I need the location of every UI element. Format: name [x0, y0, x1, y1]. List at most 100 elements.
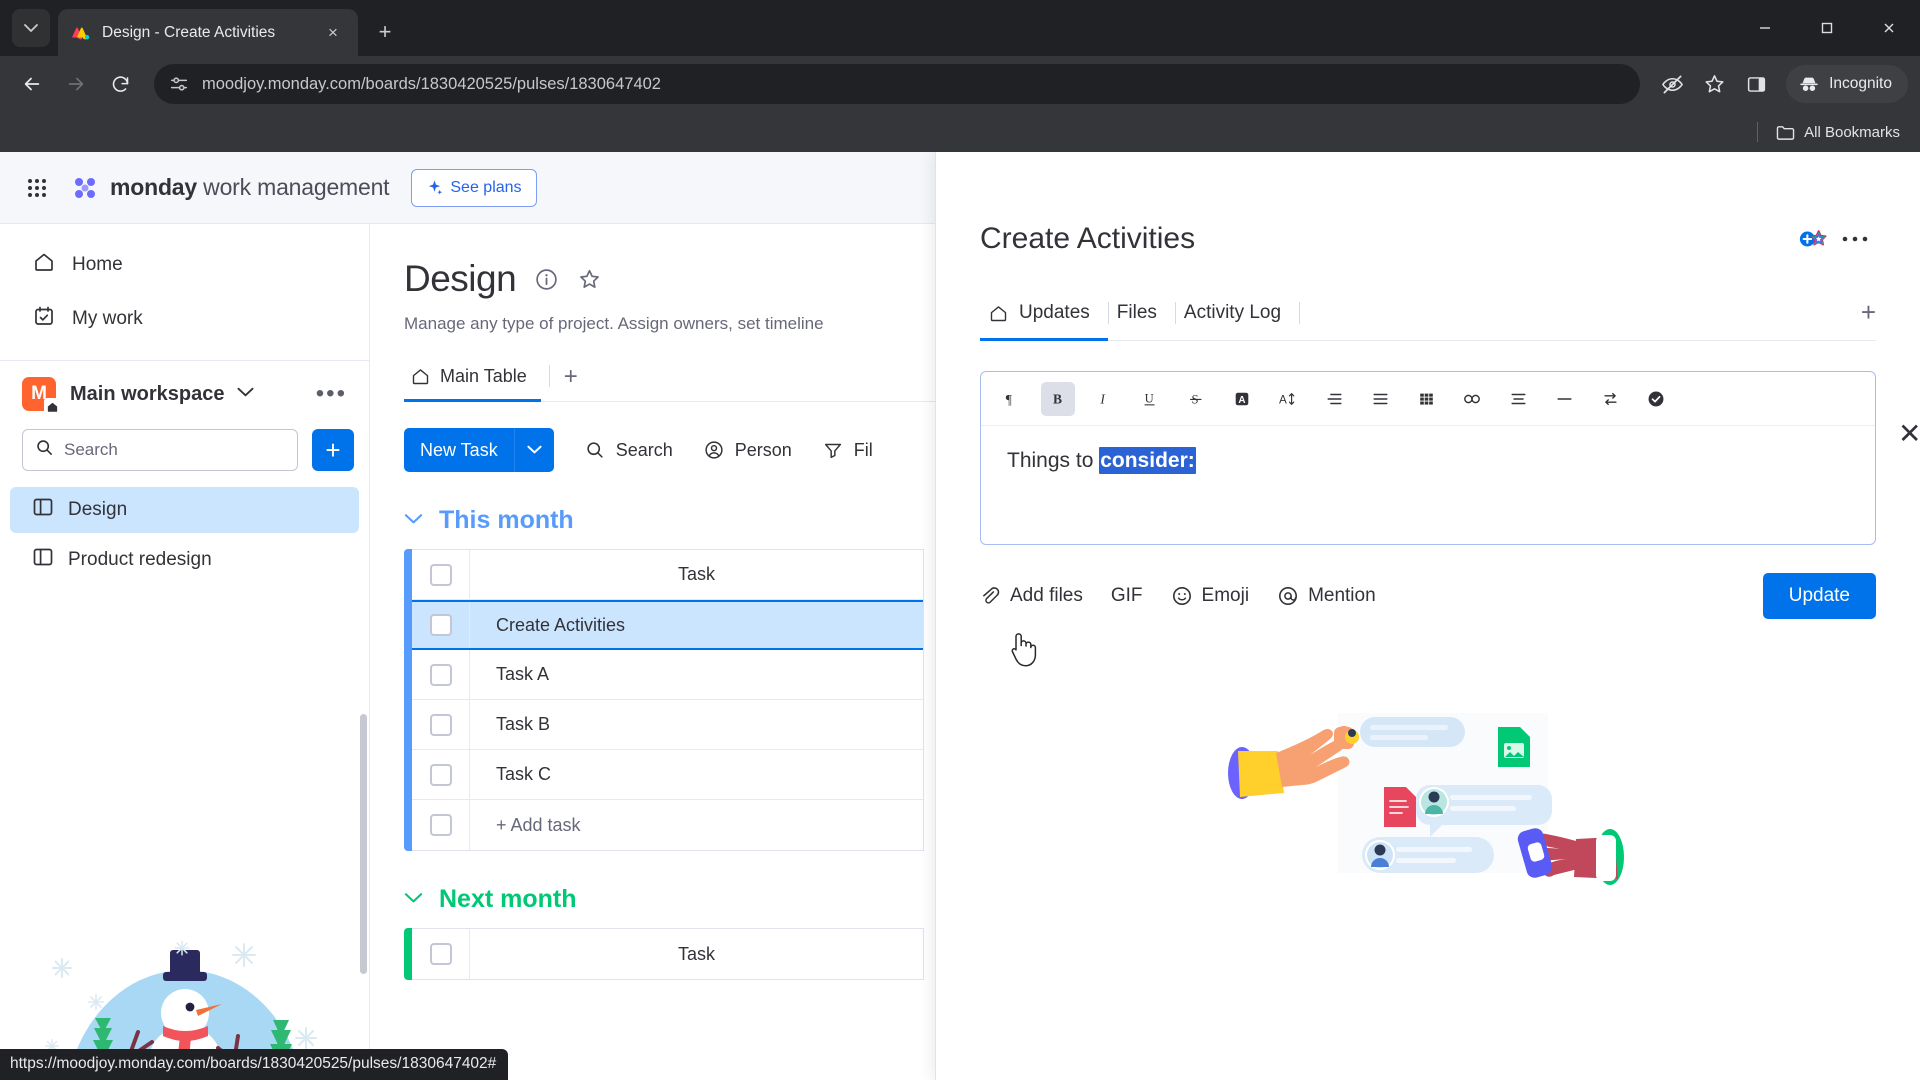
filter-button[interactable]: Fil — [822, 439, 873, 461]
paragraph-icon[interactable]: ¶ — [995, 382, 1029, 416]
align-icon[interactable] — [1501, 382, 1535, 416]
tab-main-table[interactable]: Main Table — [404, 358, 541, 402]
table-row[interactable]: Task B — [412, 700, 923, 750]
row-task-name[interactable]: Task B — [470, 714, 923, 735]
add-files-button[interactable]: Add files — [980, 585, 1083, 607]
checkbox-icon[interactable] — [429, 614, 452, 636]
mention-button[interactable]: Mention — [1277, 585, 1376, 607]
underline-icon[interactable]: U — [1133, 382, 1167, 416]
reload-icon[interactable] — [100, 64, 140, 104]
bold-icon[interactable]: B — [1041, 381, 1075, 416]
emoji-button[interactable]: Emoji — [1171, 585, 1249, 607]
tab-files[interactable]: Files — [1109, 294, 1175, 341]
strikethrough-icon[interactable]: S — [1179, 382, 1213, 416]
table-row[interactable]: Create Activities — [412, 600, 923, 650]
row-task-name[interactable]: Task A — [470, 664, 923, 685]
italic-icon[interactable]: I — [1087, 382, 1121, 416]
select-all-cell[interactable] — [412, 929, 470, 979]
favorite-star-icon[interactable] — [577, 267, 602, 292]
update-button[interactable]: Update — [1762, 573, 1876, 619]
checkbox-icon[interactable] — [429, 663, 452, 686]
new-task-button[interactable]: New Task — [404, 428, 554, 472]
add-task-row[interactable]: + Add task — [412, 800, 923, 850]
address-bar[interactable]: moodjoy.monday.com/boards/1830420525/pul… — [154, 64, 1641, 104]
checkbox-icon[interactable] — [429, 943, 452, 965]
table-row[interactable]: Task C — [412, 750, 923, 800]
close-panel-button[interactable]: ✕ — [1898, 420, 1920, 448]
chevron-down-icon[interactable] — [404, 891, 423, 909]
update-text-area[interactable]: Things to consider: — [981, 426, 1875, 544]
chevron-down-icon[interactable] — [404, 512, 423, 530]
board-info-icon[interactable] — [534, 267, 559, 292]
gif-button[interactable]: GIF — [1111, 585, 1143, 607]
font-size-icon[interactable]: A — [1271, 382, 1305, 416]
checkbox-icon[interactable] — [429, 814, 452, 836]
row-task-name[interactable]: Task C — [470, 764, 923, 785]
bulleted-list-icon[interactable] — [1363, 382, 1397, 416]
ordered-list-icon[interactable] — [1317, 382, 1351, 416]
add-board-button[interactable]: + — [312, 429, 354, 471]
checkbox-icon[interactable] — [429, 763, 452, 786]
close-icon[interactable]: × — [320, 20, 346, 46]
checklist-icon[interactable] — [1639, 382, 1673, 416]
table-row[interactable]: Task A — [412, 650, 923, 700]
site-settings-icon[interactable] — [168, 73, 190, 95]
incognito-icon — [1800, 77, 1818, 91]
column-header-task[interactable]: Task — [470, 564, 923, 585]
table-icon[interactable] — [1409, 382, 1443, 416]
tracking-protection-off-icon[interactable] — [1652, 64, 1692, 104]
row-select-cell[interactable] — [412, 602, 470, 648]
select-all-cell[interactable] — [412, 550, 470, 599]
row-select-cell[interactable] — [412, 700, 470, 749]
add-view-button[interactable]: + — [554, 363, 588, 401]
group-title[interactable]: This month — [439, 506, 574, 535]
add-panel-tab-button[interactable]: + — [1861, 297, 1876, 340]
person-filter-button[interactable]: Person — [703, 439, 792, 461]
row-task-name[interactable]: Create Activities — [470, 615, 923, 636]
tab-search-button[interactable] — [12, 9, 50, 47]
workspace-more-button[interactable]: ••• — [316, 382, 347, 406]
link-icon[interactable] — [1455, 382, 1489, 416]
divider-icon[interactable] — [1547, 382, 1581, 416]
bookmark-star-icon[interactable] — [1694, 64, 1734, 104]
side-panel-icon[interactable] — [1736, 64, 1776, 104]
row-select-cell[interactable] — [412, 650, 470, 699]
search-input[interactable] — [22, 429, 298, 471]
window-close-icon[interactable] — [1858, 0, 1920, 56]
sidebar-board-product-redesign[interactable]: Product redesign — [10, 537, 359, 583]
tab-activity-log[interactable]: Activity Log — [1176, 294, 1299, 341]
text-color-icon[interactable]: A — [1225, 382, 1259, 416]
chevron-down-icon[interactable] — [513, 428, 554, 472]
all-bookmarks-button[interactable]: All Bookmarks — [1776, 124, 1900, 141]
chevron-down-icon[interactable] — [236, 385, 254, 403]
new-tab-button[interactable]: + — [368, 15, 402, 49]
checkbox-icon[interactable] — [429, 713, 452, 736]
maximize-icon[interactable] — [1796, 0, 1858, 56]
minimize-icon[interactable] — [1734, 0, 1796, 56]
row-select-cell[interactable] — [412, 750, 470, 799]
see-plans-button[interactable]: See plans — [411, 168, 537, 207]
board-search-button[interactable]: Search — [584, 439, 673, 461]
sidebar-item-my-work[interactable]: My work — [10, 294, 359, 344]
incognito-indicator[interactable]: Incognito — [1786, 65, 1908, 103]
browser-tab[interactable]: Design - Create Activities × — [58, 9, 358, 56]
more-options-icon[interactable] — [1834, 218, 1876, 260]
sidebar-board-design[interactable]: Design — [10, 487, 359, 533]
indent-icon[interactable] — [1593, 382, 1627, 416]
group-title[interactable]: Next month — [439, 885, 577, 914]
monday-logo[interactable]: monday work management — [70, 173, 390, 203]
add-task-label[interactable]: + Add task — [470, 815, 923, 836]
brand-bold: monday — [110, 174, 197, 200]
workspace-selector[interactable]: M Main workspace ••• — [0, 361, 369, 421]
panel-title[interactable]: Create Activities — [980, 222, 1195, 256]
add-integration-icon[interactable] — [1792, 218, 1834, 260]
column-header-task[interactable]: Task — [470, 944, 923, 965]
forward-arrow-icon[interactable] — [56, 64, 96, 104]
search-field[interactable] — [64, 440, 285, 460]
panel-actions — [1792, 218, 1876, 260]
checkbox-icon[interactable] — [429, 563, 452, 586]
tab-updates[interactable]: Updates — [980, 294, 1108, 341]
sidebar-item-home[interactable]: Home — [10, 240, 359, 290]
back-arrow-icon[interactable] — [12, 64, 52, 104]
apps-grid-icon[interactable] — [22, 173, 52, 203]
